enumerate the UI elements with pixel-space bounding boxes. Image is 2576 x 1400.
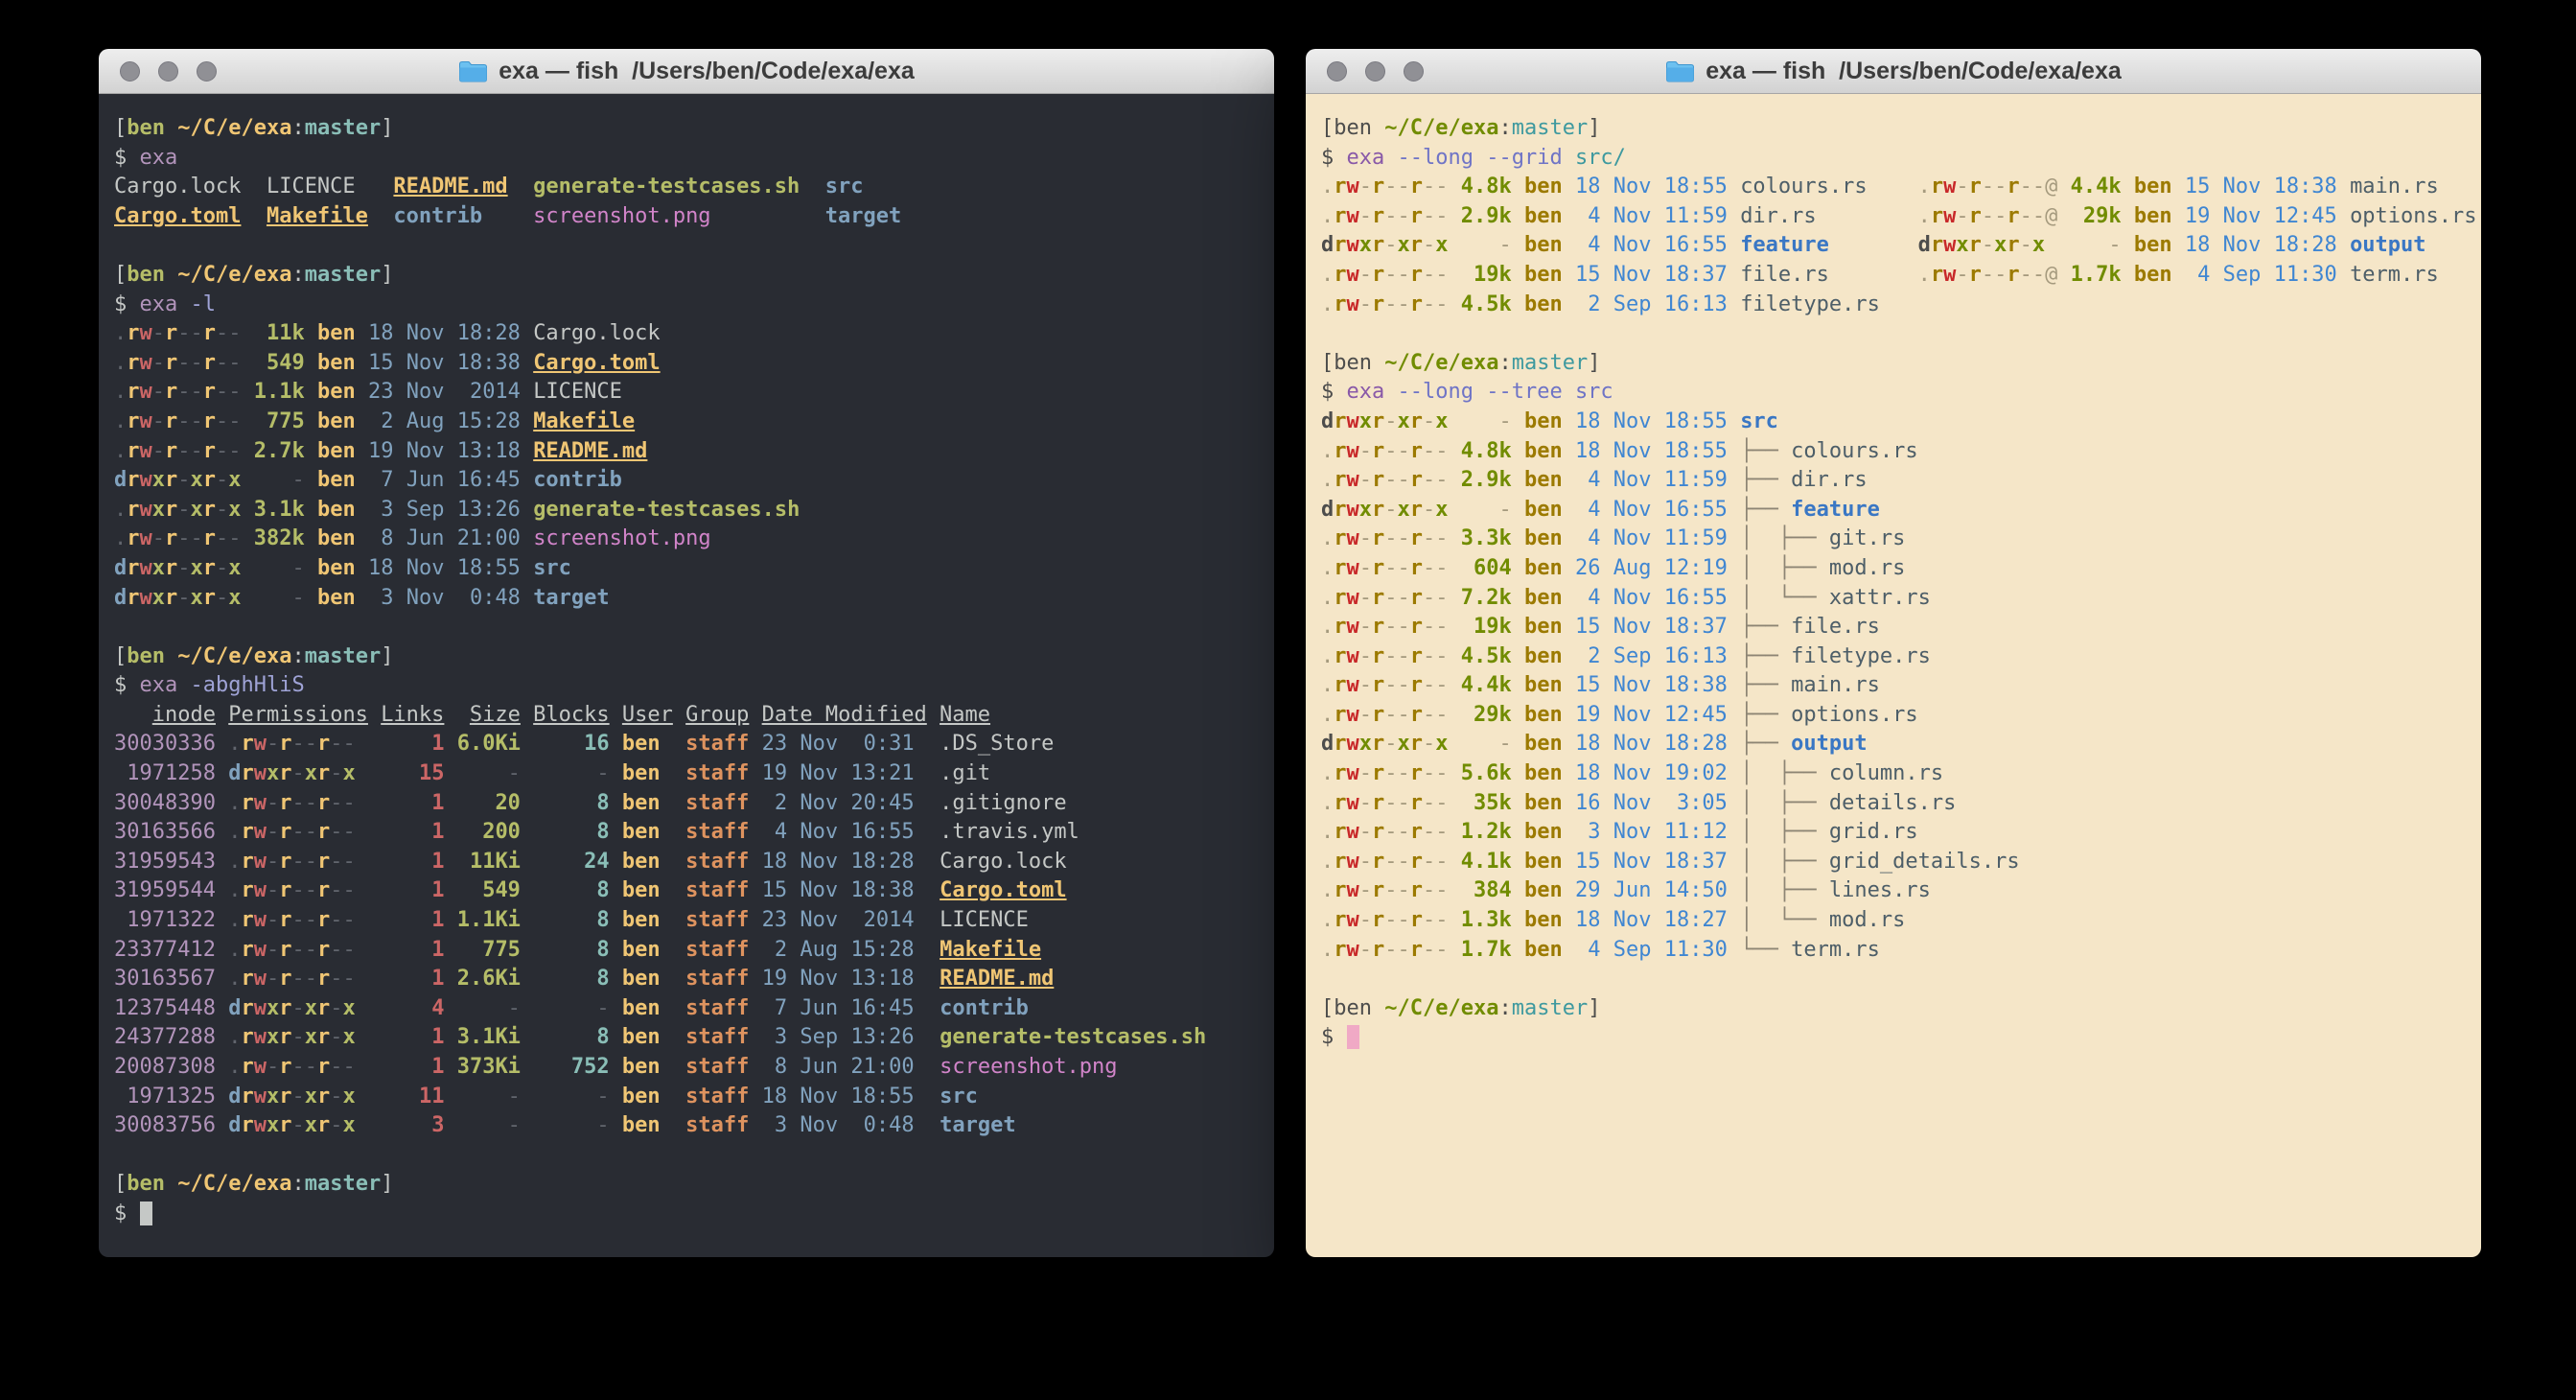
terminal-line: .rw-r--r-- 7.2k ben 4 Nov 16:55 │ └── xa… — [1321, 584, 2481, 614]
terminal-line: 1971258 drwxr-xr-x 15 - - ben staff 19 N… — [114, 759, 1274, 789]
terminal-line: .rw-r--r-- 4.5k ben 2 Sep 16:13 ├── file… — [1321, 642, 2481, 672]
terminal-line: drwxr-xr-x - ben 18 Nov 18:28 ├── output — [1321, 730, 2481, 759]
terminal-line: drwxr-xr-x - ben 3 Nov 0:48 target — [114, 584, 1274, 614]
terminal-line: .rw-r--r-- 4.5k ben 2 Sep 16:13 filetype… — [1321, 291, 2481, 320]
minimize-button[interactable] — [158, 61, 178, 82]
terminal-line: .rw-r--r-- 4.4k ben 15 Nov 18:38 ├── mai… — [1321, 671, 2481, 701]
terminal-line: .rw-r--r-- 2.7k ben 19 Nov 13:18 README.… — [114, 437, 1274, 467]
terminal-line: [ben ~/C/e/exa:master] — [114, 261, 1274, 291]
terminal-line: drwxr-xr-x - ben 7 Jun 16:45 contrib — [114, 466, 1274, 496]
terminal-line: [ben ~/C/e/exa:master] — [114, 114, 1274, 144]
window-title: exa — fish /Users/ben/Code/exa/exa — [1665, 58, 2122, 85]
terminal-line: .rw-r--r-- 5.6k ben 18 Nov 19:02 │ ├── c… — [1321, 759, 2481, 789]
terminal-line: .rw-r--r-- 35k ben 16 Nov 3:05 │ ├── det… — [1321, 789, 2481, 819]
terminal-line: 30083756 drwxr-xr-x 3 - - ben staff 3 No… — [114, 1111, 1274, 1141]
terminal-line: [ben ~/C/e/exa:master] — [1321, 994, 2481, 1024]
terminal-line: drwxr-xr-x - ben 4 Nov 16:55 feature drw… — [1321, 231, 2481, 261]
terminal-line: .rw-r--r-- 549 ben 15 Nov 18:38 Cargo.to… — [114, 349, 1274, 379]
terminal-line: drwxr-xr-x - ben 18 Nov 18:55 src — [1321, 408, 2481, 437]
terminal-line — [114, 1141, 1274, 1171]
terminal-line: drwxr-xr-x - ben 4 Nov 16:55 ├── feature — [1321, 496, 2481, 525]
terminal-output[interactable]: [ben ~/C/e/exa:master]$ exa --long --gri… — [1306, 94, 2481, 1257]
terminal-line: 12375448 drwxr-xr-x 4 - - ben staff 7 Ju… — [114, 994, 1274, 1024]
zoom-button[interactable] — [1404, 61, 1424, 82]
terminal-line: .rw-r--r-- 1.2k ben 3 Nov 11:12 │ ├── gr… — [1321, 818, 2481, 848]
terminal-line: [ben ~/C/e/exa:master] — [1321, 349, 2481, 379]
terminal-line: .rw-r--r-- 4.1k ben 15 Nov 18:37 │ ├── g… — [1321, 848, 2481, 877]
terminal-output[interactable]: [ben ~/C/e/exa:master]$ exaCargo.lock LI… — [99, 94, 1274, 1257]
terminal-line: .rw-r--r-- 3.3k ben 4 Nov 11:59 │ ├── gi… — [1321, 525, 2481, 554]
terminal-line — [114, 231, 1274, 261]
terminal-line: .rw-r--r-- 29k ben 19 Nov 12:45 ├── opti… — [1321, 701, 2481, 731]
terminal-line: .rw-r--r-- 2.9k ben 4 Nov 11:59 dir.rs .… — [1321, 202, 2481, 232]
terminal-line — [114, 613, 1274, 642]
terminal-window-light: exa — fish /Users/ben/Code/exa/exa [ben … — [1306, 49, 2481, 1257]
terminal-line: 24377288 .rwxr-xr-x 1 3.1Ki 8 ben staff … — [114, 1023, 1274, 1053]
terminal-line: 1971325 drwxr-xr-x 11 - - ben staff 18 N… — [114, 1083, 1274, 1112]
folder-icon — [1665, 59, 1695, 83]
terminal-line: 1971322 .rw-r--r-- 1 1.1Ki 8 ben staff 2… — [114, 906, 1274, 936]
terminal-line: 30163566 .rw-r--r-- 1 200 8 ben staff 4 … — [114, 818, 1274, 848]
terminal-line: 30163567 .rw-r--r-- 1 2.6Ki 8 ben staff … — [114, 965, 1274, 994]
terminal-line: $ exa — [114, 144, 1274, 174]
window-controls — [1327, 49, 1424, 93]
zoom-button[interactable] — [197, 61, 217, 82]
desktop: { "left_window": { "title": "exa — fish … — [0, 0, 2576, 1400]
terminal-line: $ exa -l — [114, 291, 1274, 320]
terminal-line: $ — [114, 1200, 1274, 1229]
window-title-text: exa — fish /Users/ben/Code/exa/exa — [1706, 58, 2122, 85]
close-button[interactable] — [1327, 61, 1347, 82]
terminal-line: 31959544 .rw-r--r-- 1 549 8 ben staff 15… — [114, 876, 1274, 906]
terminal-line: .rw-r--r-- 1.7k ben 4 Sep 11:30 └── term… — [1321, 936, 2481, 966]
terminal-line — [1321, 319, 2481, 349]
terminal-line: $ — [1321, 1023, 2481, 1053]
terminal-line: .rw-r--r-- 382k ben 8 Jun 21:00 screensh… — [114, 525, 1274, 554]
window-title: exa — fish /Users/ben/Code/exa/exa — [458, 58, 915, 85]
terminal-line — [1321, 965, 2481, 994]
terminal-line: .rw-r--r-- 19k ben 15 Nov 18:37 ├── file… — [1321, 613, 2481, 642]
terminal-line: 30048390 .rw-r--r-- 1 20 8 ben staff 2 N… — [114, 789, 1274, 819]
close-button[interactable] — [120, 61, 140, 82]
folder-icon — [458, 59, 488, 83]
terminal-line: [ben ~/C/e/exa:master] — [114, 1170, 1274, 1200]
terminal-line: .rw-r--r-- 1.1k ben 23 Nov 2014 LICENCE — [114, 378, 1274, 408]
terminal-window-dark: exa — fish /Users/ben/Code/exa/exa [ben … — [99, 49, 1274, 1257]
terminal-line: 31959543 .rw-r--r-- 1 11Ki 24 ben staff … — [114, 848, 1274, 877]
terminal-line: $ exa --long --tree src — [1321, 378, 2481, 408]
terminal-line: .rw-r--r-- 604 ben 26 Aug 12:19 │ ├── mo… — [1321, 554, 2481, 584]
terminal-line: Cargo.lock LICENCE README.md generate-te… — [114, 173, 1274, 202]
terminal-line: 30030336 .rw-r--r-- 1 6.0Ki 16 ben staff… — [114, 730, 1274, 759]
terminal-line: .rw-r--r-- 4.8k ben 18 Nov 18:55 colours… — [1321, 173, 2481, 202]
terminal-line: drwxr-xr-x - ben 18 Nov 18:55 src — [114, 554, 1274, 584]
terminal-line: inode Permissions Links Size Blocks User… — [114, 701, 1274, 731]
terminal-line: .rw-r--r-- 11k ben 18 Nov 18:28 Cargo.lo… — [114, 319, 1274, 349]
terminal-line: .rw-r--r-- 384 ben 29 Jun 14:50 │ ├── li… — [1321, 876, 2481, 906]
terminal-line: .rw-r--r-- 2.9k ben 4 Nov 11:59 ├── dir.… — [1321, 466, 2481, 496]
window-controls — [120, 49, 217, 93]
terminal-line: .rw-r--r-- 4.8k ben 18 Nov 18:55 ├── col… — [1321, 437, 2481, 467]
terminal-line: 20087308 .rw-r--r-- 1 373Ki 752 ben staf… — [114, 1053, 1274, 1083]
window-title-text: exa — fish /Users/ben/Code/exa/exa — [499, 58, 915, 85]
terminal-line: $ exa --long --grid src/ — [1321, 144, 2481, 174]
terminal-line: 23377412 .rw-r--r-- 1 775 8 ben staff 2 … — [114, 936, 1274, 966]
terminal-line: [ben ~/C/e/exa:master] — [114, 642, 1274, 672]
minimize-button[interactable] — [1365, 61, 1385, 82]
title-bar[interactable]: exa — fish /Users/ben/Code/exa/exa — [1306, 49, 2481, 94]
terminal-line: Cargo.toml Makefile contrib screenshot.p… — [114, 202, 1274, 232]
terminal-line: $ exa -abghHliS — [114, 671, 1274, 701]
terminal-line: .rw-r--r-- 1.3k ben 18 Nov 18:27 │ └── m… — [1321, 906, 2481, 936]
terminal-line: [ben ~/C/e/exa:master] — [1321, 114, 2481, 144]
terminal-line: .rw-r--r-- 775 ben 2 Aug 15:28 Makefile — [114, 408, 1274, 437]
terminal-line: .rwxr-xr-x 3.1k ben 3 Sep 13:26 generate… — [114, 496, 1274, 525]
title-bar[interactable]: exa — fish /Users/ben/Code/exa/exa — [99, 49, 1274, 94]
terminal-line: .rw-r--r-- 19k ben 15 Nov 18:37 file.rs … — [1321, 261, 2481, 291]
